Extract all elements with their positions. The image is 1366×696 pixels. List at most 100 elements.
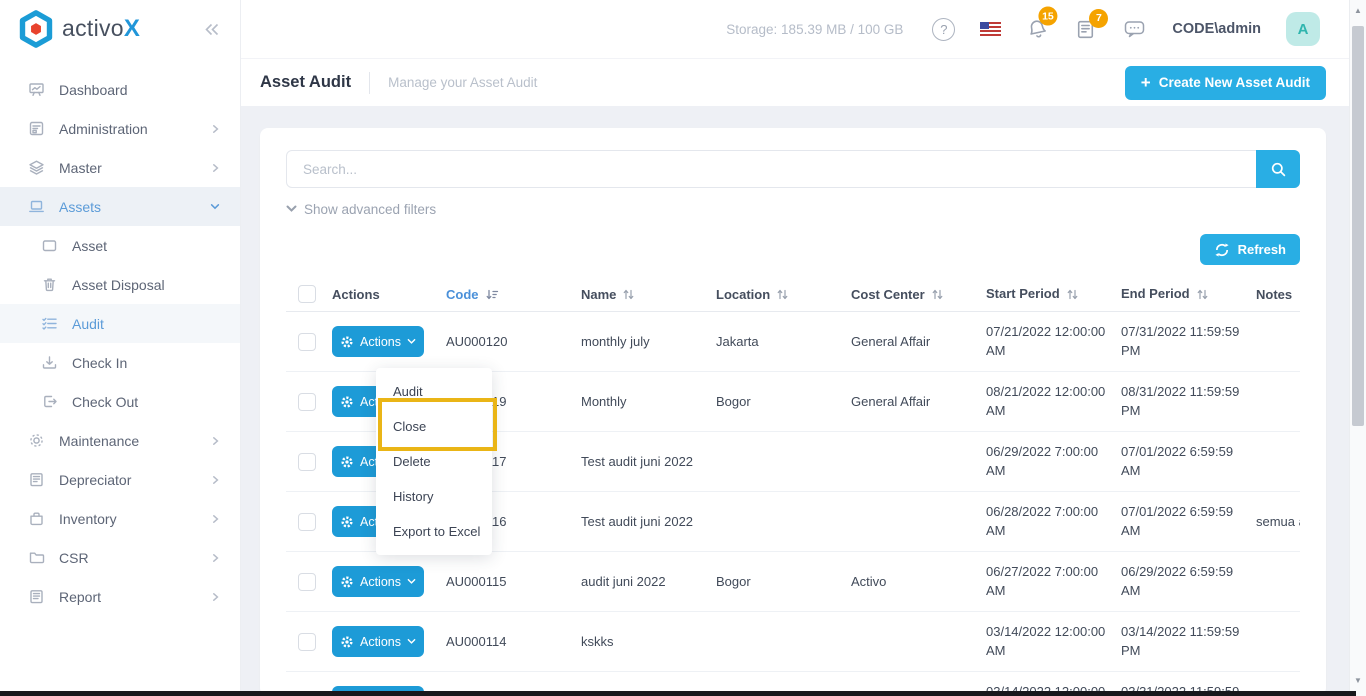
actions-button[interactable]: Actions xyxy=(332,326,424,357)
column-header-notes: Notes xyxy=(1256,287,1300,302)
column-header-start-period[interactable]: Start Period xyxy=(986,285,1121,304)
column-header-actions: Actions xyxy=(332,287,446,302)
cell-cost-center: Activo xyxy=(851,574,986,589)
app-window: activoX Dashboard Administration Master xyxy=(0,0,1366,696)
column-header-cost-center[interactable]: Cost Center xyxy=(851,287,986,302)
show-advanced-filters-toggle[interactable]: Show advanced filters xyxy=(286,200,1300,218)
storage-usage: Storage: 185.39 MB / 100 GB xyxy=(726,22,903,37)
menu-item-export-to-excel[interactable]: Export to Excel xyxy=(376,514,492,549)
sidebar-item-dashboard[interactable]: Dashboard xyxy=(0,70,240,109)
sidebar-item-check-in[interactable]: Check In xyxy=(0,343,240,382)
sidebar-item-check-out[interactable]: Check Out xyxy=(0,382,240,421)
sidebar-item-audit[interactable]: Audit xyxy=(0,304,240,343)
select-all-checkbox[interactable] xyxy=(298,285,316,303)
column-header-code[interactable]: Code xyxy=(446,287,581,302)
sidebar-item-administration[interactable]: Administration xyxy=(0,109,240,148)
laptop-icon xyxy=(27,198,45,215)
sidebar-item-label: Check Out xyxy=(72,394,138,410)
cell-start-period: 06/29/2022 7:00:00 AM xyxy=(986,443,1121,481)
chat-icon[interactable] xyxy=(1122,18,1147,40)
chevron-right-icon xyxy=(211,553,220,563)
gear-icon xyxy=(340,635,354,649)
gear-icon xyxy=(340,515,354,529)
sort-icon xyxy=(776,288,789,301)
create-button-label: Create New Asset Audit xyxy=(1159,75,1310,90)
messages-icon[interactable]: 7 xyxy=(1074,18,1097,41)
cell-location: Jakarta xyxy=(716,334,851,349)
row-checkbox[interactable] xyxy=(298,633,316,651)
brand-logo[interactable]: activoX xyxy=(18,9,140,49)
advanced-filters-label: Show advanced filters xyxy=(304,202,436,217)
menu-item-history[interactable]: History xyxy=(376,479,492,514)
notifications-bell-icon[interactable]: 15 xyxy=(1024,15,1051,42)
gear-icon xyxy=(340,395,354,409)
sidebar-item-assets[interactable]: Assets xyxy=(0,187,240,226)
sidebar-item-asset[interactable]: Asset xyxy=(0,226,240,265)
chevron-down-icon xyxy=(210,202,220,211)
refresh-button[interactable]: Refresh xyxy=(1200,234,1300,265)
actions-dropdown-menu: Audit Close Delete History Export to Exc… xyxy=(376,368,492,555)
column-header-name[interactable]: Name xyxy=(581,287,716,302)
cell-end-period: 06/29/2022 6:59:59 AM xyxy=(1121,563,1256,601)
row-checkbox[interactable] xyxy=(298,573,316,591)
plus-icon: + xyxy=(1141,74,1151,91)
row-checkbox[interactable] xyxy=(298,333,316,351)
sidebar-item-label: Check In xyxy=(72,355,127,371)
current-user[interactable]: CODE\admin xyxy=(1172,21,1261,37)
refresh-icon xyxy=(1214,242,1230,258)
table-row: Actions AU000114 kskks 03/14/2022 12:00:… xyxy=(286,612,1300,672)
sidebar-item-csr[interactable]: CSR xyxy=(0,538,240,577)
row-checkbox[interactable] xyxy=(298,393,316,411)
create-new-asset-audit-button[interactable]: + Create New Asset Audit xyxy=(1125,66,1326,100)
scrollbar-thumb[interactable] xyxy=(1352,26,1364,426)
cell-cost-center: General Affair xyxy=(851,334,986,349)
column-header-end-period[interactable]: End Period xyxy=(1121,285,1256,304)
menu-item-audit[interactable]: Audit xyxy=(376,374,492,409)
scroll-up-arrow[interactable]: ▲ xyxy=(1350,3,1366,17)
sidebar-item-depreciator[interactable]: Depreciator xyxy=(0,460,240,499)
actions-label: Actions xyxy=(360,335,401,349)
help-icon[interactable]: ? xyxy=(932,18,955,41)
checklist-icon xyxy=(40,315,58,332)
table-header-row: Actions Code Name Location Cost Center S… xyxy=(286,277,1300,312)
search-input[interactable] xyxy=(286,150,1300,188)
sidebar-item-inventory[interactable]: Inventory xyxy=(0,499,240,538)
actions-button[interactable]: Actions xyxy=(332,626,424,657)
cell-name: monthly july xyxy=(581,334,716,349)
table-row: Actions AU000120 monthly july Jakarta Ge… xyxy=(286,312,1300,372)
sidebar-item-label: Inventory xyxy=(59,511,117,527)
export-icon xyxy=(40,393,58,410)
scroll-down-arrow[interactable]: ▼ xyxy=(1350,673,1366,687)
language-flag-icon[interactable] xyxy=(980,22,1001,36)
search-icon xyxy=(1270,161,1287,178)
sort-icon xyxy=(622,288,635,301)
row-checkbox[interactable] xyxy=(298,453,316,471)
table-row: Actions AU000115 audit juni 2022 Bogor A… xyxy=(286,552,1300,612)
sidebar-item-maintenance[interactable]: Maintenance xyxy=(0,421,240,460)
dashboard-icon xyxy=(27,81,45,98)
folder-icon xyxy=(27,549,45,566)
row-checkbox[interactable] xyxy=(298,513,316,531)
sidebar-item-master[interactable]: Master xyxy=(0,148,240,187)
chevron-down-icon xyxy=(407,338,416,345)
column-header-location[interactable]: Location xyxy=(716,287,851,302)
cell-code: AU000114 xyxy=(446,634,581,649)
vertical-scrollbar[interactable]: ▲ ▼ xyxy=(1349,0,1366,696)
notification-count-badge: 15 xyxy=(1039,6,1058,25)
cell-start-period: 06/27/2022 7:00:00 AM xyxy=(986,563,1121,601)
sort-icon xyxy=(1196,288,1209,301)
search-button[interactable] xyxy=(1256,150,1300,188)
cell-start-period: 03/14/2022 12:00:00 AM xyxy=(986,623,1121,661)
layers-icon xyxy=(27,159,45,176)
sidebar-item-asset-disposal[interactable]: Asset Disposal xyxy=(0,265,240,304)
menu-item-delete[interactable]: Delete xyxy=(376,444,492,479)
chevron-right-icon xyxy=(211,592,220,602)
avatar[interactable]: A xyxy=(1286,12,1320,46)
divider xyxy=(369,72,370,94)
actions-button[interactable]: Actions xyxy=(332,566,424,597)
sidebar-item-report[interactable]: Report xyxy=(0,577,240,616)
menu-item-close[interactable]: Close xyxy=(376,409,492,444)
sidebar-collapse-icon[interactable] xyxy=(203,22,220,37)
search-bar xyxy=(286,150,1300,188)
chevron-down-icon xyxy=(407,638,416,645)
